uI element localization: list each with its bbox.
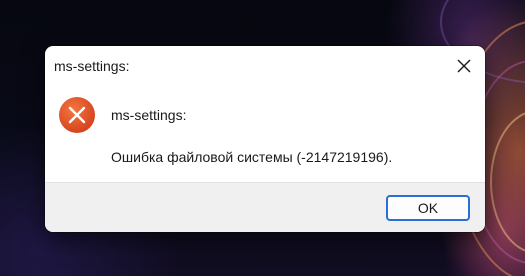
dialog-titlebar[interactable]: ms-settings: bbox=[45, 46, 485, 86]
error-icon bbox=[59, 97, 95, 133]
dialog-title: ms-settings: bbox=[54, 58, 130, 74]
dialog-heading: ms-settings: bbox=[111, 107, 187, 123]
close-button[interactable] bbox=[449, 52, 479, 80]
error-dialog: ms-settings: ms-settings: Ошибка файлово… bbox=[45, 46, 485, 232]
dialog-content: ms-settings: Ошибка файловой системы (-2… bbox=[45, 86, 485, 182]
error-message: Ошибка файловой системы (-2147219196). bbox=[111, 149, 393, 165]
dialog-footer: OK bbox=[45, 182, 485, 232]
close-icon bbox=[457, 59, 471, 73]
ok-button[interactable]: OK bbox=[386, 195, 470, 221]
